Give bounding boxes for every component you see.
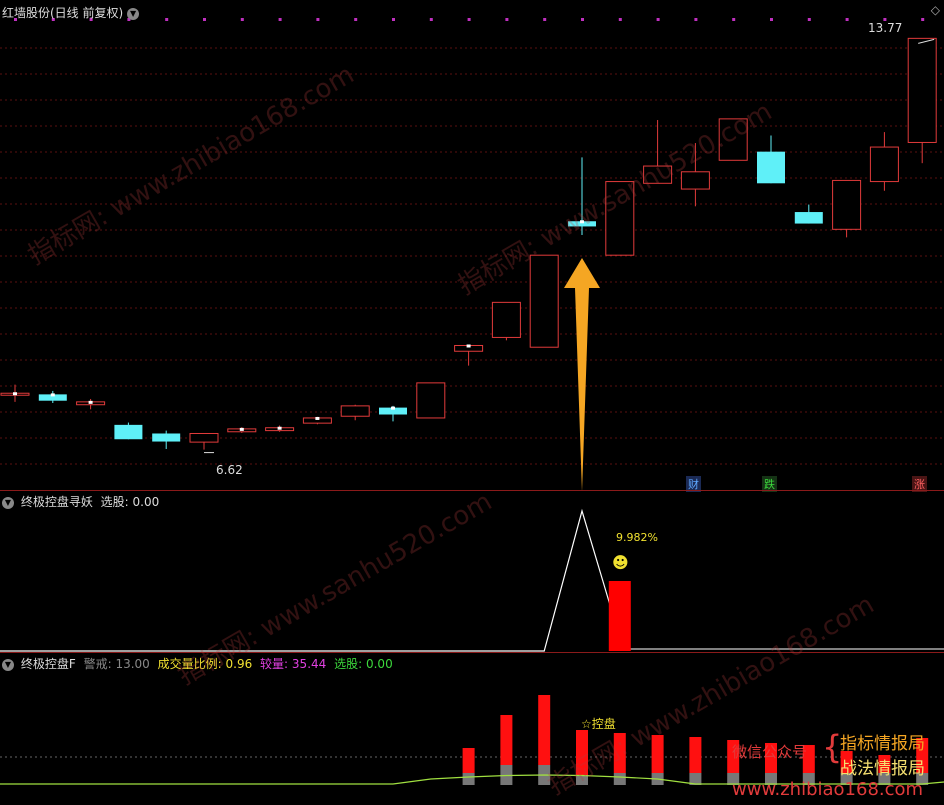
- doji-mark: [88, 400, 93, 404]
- indicator2-header: ▼ 终极控盘F 警戒: 13.00 成交量比例: 0.96 较量: 35.44 …: [2, 655, 393, 672]
- indicator1-signal-bar: [608, 581, 631, 651]
- candle-body: [152, 433, 181, 442]
- indicator1-panel[interactable]: ▼ 终极控盘寻妖 选股: 0.00 9.982% ☻: [0, 490, 944, 653]
- indicator1-field-label: 选股:: [100, 495, 129, 509]
- marker-dot: [240, 18, 244, 21]
- marker-dot: [203, 18, 206, 21]
- volume-red-bar: [651, 735, 664, 773]
- candle-body: [757, 151, 785, 184]
- candle-body: [680, 171, 710, 190]
- smiley-icon: ☻: [612, 553, 629, 572]
- promo-line2: 战法情报局: [840, 759, 925, 779]
- candle-body: [189, 432, 219, 443]
- pct-label: 9.982%: [616, 531, 658, 544]
- indicator1-chart[interactable]: [0, 491, 944, 653]
- main-chart-panel[interactable]: 红墙股份(日线 前复权) ▼ ◇ 13.77 6.62 财 跌 涨: [0, 0, 944, 492]
- doji-mark: [391, 406, 395, 410]
- volume-red-bar: [462, 748, 475, 773]
- pick-value: 0.00: [365, 657, 393, 671]
- marker-dot: [618, 18, 622, 21]
- chevron-down-icon[interactable]: ▼: [2, 496, 14, 509]
- marker-dot: [354, 18, 358, 21]
- indicator1-line: [0, 508, 613, 652]
- candle-body: [794, 212, 823, 224]
- high-price-label: 13.77: [868, 21, 903, 35]
- candle-body: [529, 254, 559, 348]
- candle-body: [416, 382, 446, 419]
- ratio-value: 0.96: [225, 657, 253, 671]
- marker-dot: [807, 18, 811, 21]
- volume-gray-bar: [613, 773, 626, 785]
- warn-label: 警戒:: [83, 657, 112, 671]
- candle-body: [832, 179, 862, 230]
- volume-gray-bar: [462, 773, 475, 785]
- chevron-down-icon[interactable]: ▼: [127, 7, 140, 20]
- comp-value: 35.44: [291, 657, 327, 671]
- marker-dot: [316, 18, 320, 21]
- comp-label: 较量:: [260, 657, 289, 671]
- marker-dot: [921, 18, 925, 21]
- indicator2-panel[interactable]: ▼ 终极控盘F 警戒: 13.00 成交量比例: 0.96 较量: 35.44 …: [0, 652, 944, 805]
- volume-gray-bar: [576, 775, 588, 785]
- promo-line1: 指标情报局: [840, 734, 925, 754]
- chevron-down-icon[interactable]: ▼: [2, 658, 14, 671]
- diamond-icon[interactable]: ◇: [931, 3, 940, 17]
- low-price-label: 6.62: [216, 463, 243, 477]
- marker-dot: [543, 18, 547, 21]
- marker-dot: [656, 18, 660, 21]
- indicator1-field-value: 0.00: [132, 495, 160, 509]
- doji-mark: [580, 220, 584, 224]
- candle-body: [114, 424, 143, 440]
- ratio-label: 成交量比例:: [157, 657, 222, 671]
- candle-body: [718, 118, 748, 161]
- marker-dot: [467, 18, 471, 21]
- pick-label: 选股:: [334, 657, 363, 671]
- doji-mark: [315, 416, 320, 420]
- volume-red-bar: [689, 737, 702, 773]
- candle-body: [340, 405, 370, 417]
- doji-mark: [466, 344, 471, 348]
- marker-dot: [392, 18, 395, 21]
- volume-red-bar: [500, 715, 513, 765]
- marker-dot: [278, 18, 282, 21]
- volume-red-bar: [613, 733, 626, 773]
- control-star-label: ☆控盘: [581, 717, 616, 731]
- candle-body: [907, 37, 937, 143]
- candlestick-chart[interactable]: [0, 0, 944, 490]
- signal-arrow: [564, 258, 600, 490]
- marker-dot: [694, 18, 698, 21]
- marker-dot: [429, 18, 433, 21]
- indicator2-name: 终极控盘F: [20, 657, 76, 671]
- candle-body: [605, 181, 635, 256]
- doji-mark: [239, 427, 244, 431]
- indicator1-header: ▼ 终极控盘寻妖 选股: 0.00: [2, 493, 159, 510]
- marker-dot: [505, 18, 509, 21]
- doji-mark: [13, 392, 17, 396]
- marker-dot: [732, 18, 736, 21]
- wechat-label: 微信公众号: [732, 743, 808, 761]
- marker-dot: [845, 18, 849, 21]
- doji-mark: [50, 393, 55, 397]
- main-title: 红墙股份(日线 前复权): [2, 6, 124, 20]
- candle-body: [869, 146, 899, 183]
- promo-site: www.zhibiao168.com: [732, 779, 924, 800]
- main-chart-header: 红墙股份(日线 前复权) ▼: [2, 4, 142, 21]
- volume-red-bar: [576, 730, 588, 775]
- marker-dot: [770, 18, 773, 21]
- candle-body: [643, 165, 673, 184]
- warn-value: 13.00: [115, 657, 150, 671]
- indicator1-name: 终极控盘寻妖: [20, 495, 93, 509]
- marker-dot: [165, 18, 169, 21]
- candle-body: [491, 301, 521, 338]
- doji-mark: [277, 426, 282, 430]
- marker-dot: [581, 18, 584, 21]
- volume-red-bar: [538, 695, 551, 765]
